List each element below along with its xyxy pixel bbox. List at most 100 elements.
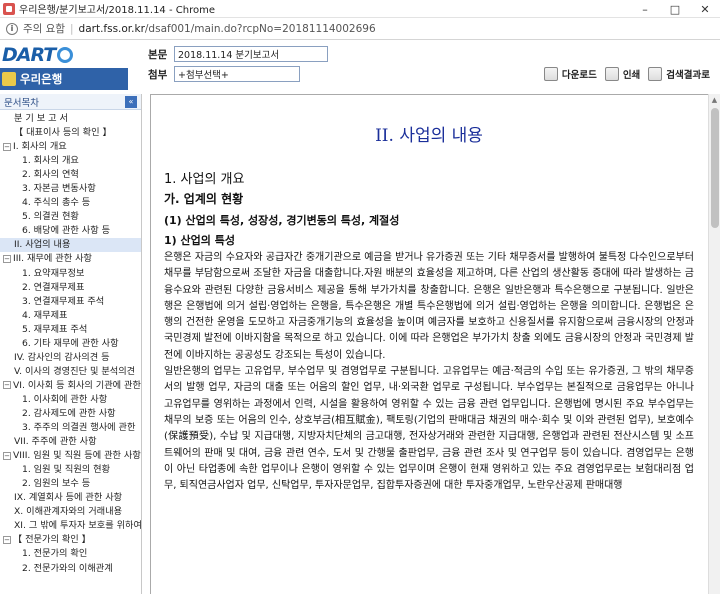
attach-select[interactable]: +첨부선택+	[174, 66, 300, 82]
minimize-button[interactable]: –	[630, 0, 660, 18]
url-domain[interactable]: dart.fss.or.kr	[79, 23, 145, 35]
toc-item[interactable]: 분 기 보 고 서	[0, 112, 141, 126]
heading-3: (1) 산업의 특성, 성장성, 경기변동의 특성, 계절성	[164, 214, 400, 227]
heading-1: 1. 사업의 개요	[164, 172, 245, 187]
toc-item[interactable]: − VI. 이사회 등 회사의 기관에 관한	[0, 379, 141, 393]
toc-item[interactable]: 1. 요약재무정보	[0, 267, 141, 281]
maximize-button[interactable]: □	[660, 0, 690, 18]
toc-item-label: 2. 전문가와의 이해관계	[22, 562, 113, 574]
toc-item[interactable]: IX. 계열회사 등에 관한 사항	[0, 491, 141, 505]
toc-tree: 분 기 보 고 서 【 대표이사 등의 확인 】 − I. 회사의 개요 1. 회사의 …	[0, 110, 141, 576]
collapse-sidebar-button[interactable]: «	[125, 95, 137, 108]
print-icon	[604, 67, 619, 81]
toc-item-label: 6. 기타 재무에 관한 사항	[22, 337, 119, 349]
toc-item-label: 1. 전문가의 확인	[22, 548, 88, 560]
browser-titlebar: 우리은행/분기보고서/2018.11.14 - Chrome – □ ✕	[0, 0, 720, 18]
toc-item-label: X. 이해관계자와의 거래내용	[14, 506, 123, 518]
toc-item-label: 2. 임원의 보수 등	[22, 478, 91, 490]
toc-item-label: 2. 감사제도에 관한 사항	[22, 407, 116, 419]
toc-toggle-icon[interactable]: −	[3, 254, 11, 263]
dart-logo[interactable]: DART	[0, 44, 128, 66]
download-button[interactable]: 다운로드	[543, 67, 597, 81]
download-icon	[543, 67, 558, 81]
company-icon	[2, 72, 16, 86]
toc-item-label: 【 대표이사 등의 확인 】	[14, 127, 112, 139]
toc-item[interactable]: 4. 재무제표	[0, 309, 141, 323]
heading-2: 가. 업계의 현황	[164, 192, 244, 206]
toc-item[interactable]: − VIII. 임원 및 직원 등에 관한 사항	[0, 449, 141, 463]
search-result-button[interactable]: 검색결과로	[648, 67, 710, 81]
address-separator: |	[69, 22, 74, 35]
info-icon[interactable]: i	[6, 22, 18, 35]
toc-item[interactable]: 3. 연결재무제표 주석	[0, 295, 141, 309]
toc-item[interactable]: 2. 임원의 보수 등	[0, 477, 141, 491]
dart-logo-text: DART	[2, 44, 56, 66]
toc-item[interactable]: 6. 배당에 관한 사항 등	[0, 224, 141, 238]
heading-4: 1) 산업의 특성	[164, 234, 235, 247]
toc-item[interactable]: 5. 재무제표 주석	[0, 323, 141, 337]
toc-item[interactable]: 【 대표이사 등의 확인 】	[0, 126, 141, 140]
toc-item[interactable]: 3. 주주의 의결권 행사에 관한	[0, 421, 141, 435]
toc-item-label: 2. 연결재무제표	[22, 281, 85, 293]
document-scrollbar[interactable]: ▲	[708, 94, 720, 594]
toc-item-label: 5. 의결권 현황	[22, 211, 79, 223]
toc-toggle-icon[interactable]: −	[3, 535, 11, 544]
toc-item[interactable]: V. 이사의 경영진단 및 분석의견	[0, 365, 141, 379]
attach-label: 첨부	[148, 68, 168, 81]
toc-item-label: III. 재무에 관한 사항	[13, 253, 92, 265]
toc-item-label: 1. 이사회에 관한 사항	[22, 393, 108, 405]
toc-item-label: XI. 그 밖에 투자자 보호를 위하여	[14, 520, 141, 532]
toc-item-label: VIII. 임원 및 직원 등에 관한 사항	[13, 450, 141, 462]
toc-item[interactable]: IV. 감사인의 감사의견 등	[0, 351, 141, 365]
toc-title: 문서목차	[4, 97, 39, 109]
toc-item[interactable]: 5. 의결권 현황	[0, 210, 141, 224]
toc-sidebar: 문서목차 « 분 기 보 고 서 【 대표이사 등의 확인 】 − I. 회사의 개요…	[0, 94, 142, 594]
print-button[interactable]: 인쇄	[604, 67, 640, 81]
scroll-up-icon[interactable]: ▲	[709, 94, 720, 106]
toc-item[interactable]: 2. 감사제도에 관한 사항	[0, 407, 141, 421]
toc-item[interactable]: 1. 임원 및 직원의 현황	[0, 463, 141, 477]
toc-toggle-icon[interactable]: −	[3, 381, 11, 390]
toc-item-label: 4. 재무제표	[22, 309, 68, 321]
security-status[interactable]: 주의 요함	[23, 21, 65, 36]
toc-item-label: IX. 계열회사 등에 관한 사항	[14, 492, 123, 504]
toc-item[interactable]: II. 사업의 내용	[0, 238, 141, 253]
toc-item-label: 1. 회사의 개요	[22, 155, 79, 167]
toc-item[interactable]: 3. 자본금 변동사항	[0, 182, 141, 196]
search-result-icon	[648, 67, 663, 81]
document-view: II. 사업의 내용 1. 사업의 개요 가. 업계의 현황 (1) 산업의 특…	[150, 94, 708, 594]
page-header: DART 우리은행 본문 2018.11.14 분기보고서 첨부 +첨부선택+ …	[0, 40, 720, 94]
toc-item[interactable]: VII. 주주에 관한 사항	[0, 435, 141, 449]
toc-toggle-icon[interactable]: −	[3, 142, 11, 151]
toc-item[interactable]: 2. 회사의 연혁	[0, 168, 141, 182]
toc-item-label: VII. 주주에 관한 사항	[14, 436, 97, 448]
doc-select[interactable]: 2018.11.14 분기보고서	[174, 46, 328, 62]
close-button[interactable]: ✕	[690, 0, 720, 18]
toc-item[interactable]: XI. 그 밖에 투자자 보호를 위하여	[0, 519, 141, 533]
doc-label: 본문	[148, 48, 168, 61]
section-title: II. 사업의 내용	[375, 126, 483, 146]
toc-item[interactable]: 1. 이사회에 관한 사항	[0, 393, 141, 407]
url-path[interactable]: /dsaf001/main.do?rcpNo=20181114002696	[145, 23, 376, 35]
toc-item[interactable]: 2. 전문가와의 이해관계	[0, 562, 141, 576]
toc-item-label: IV. 감사인의 감사의견 등	[14, 351, 110, 363]
toc-item-label: 1. 요약재무정보	[22, 267, 85, 279]
toc-item-label: 분 기 보 고 서	[14, 113, 68, 124]
company-name: 우리은행	[20, 72, 63, 86]
toc-item[interactable]: 2. 연결재무제표	[0, 281, 141, 295]
toc-item[interactable]: X. 이해관계자와의 거래내용	[0, 505, 141, 519]
toc-item[interactable]: 4. 주식의 총수 등	[0, 196, 141, 210]
toc-item[interactable]: − I. 회사의 개요	[0, 140, 141, 154]
scroll-thumb[interactable]	[711, 108, 719, 228]
toc-item[interactable]: 6. 기타 재무에 관한 사항	[0, 337, 141, 351]
toc-item-label: 6. 배당에 관한 사항 등	[22, 225, 111, 237]
address-bar[interactable]: i 주의 요함 | dart.fss.or.kr /dsaf001/main.d…	[0, 18, 720, 40]
toc-item[interactable]: 1. 전문가의 확인	[0, 547, 141, 561]
toc-item[interactable]: − 【 전문가의 확인 】	[0, 533, 141, 547]
toc-item-label: 4. 주식의 총수 등	[22, 197, 91, 209]
toc-toggle-icon[interactable]: −	[3, 451, 11, 460]
toc-item[interactable]: − III. 재무에 관한 사항	[0, 252, 141, 266]
toc-item[interactable]: 1. 회사의 개요	[0, 154, 141, 168]
toc-item-label: II. 사업의 내용	[14, 239, 71, 251]
company-bar: 우리은행	[0, 68, 128, 90]
